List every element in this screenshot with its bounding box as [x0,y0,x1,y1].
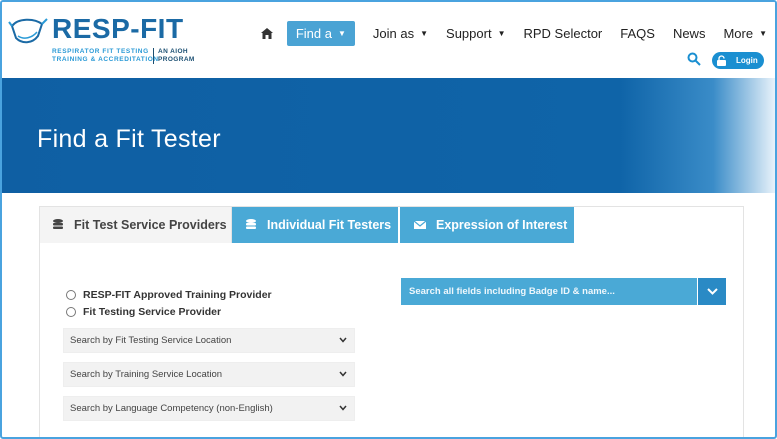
browser-frame: RESP-FIT RESPIRATOR FIT TESTING TRAINING… [0,0,777,439]
nav-item-label: News [672,25,706,41]
select-value: Search by Language Competency (non-Engli… [70,403,273,414]
radio-button[interactable] [66,307,76,317]
nav-item-label: Support [446,25,492,41]
nav-item-label: Find a [295,25,332,41]
search-placeholder: Search all fields including Badge ID & n… [409,286,615,297]
database-icon [53,219,63,229]
nav-item-rpd-selector[interactable]: RPD Selector [524,26,603,41]
radio-button[interactable] [66,290,76,300]
logo-program-line2: PROGRAM [158,56,195,63]
site-logo[interactable]: RESP-FIT RESPIRATOR FIT TESTING TRAINING… [8,12,198,68]
select-training-location[interactable]: Search by Training Service Location [63,362,355,387]
select-fit-testing-location[interactable]: Search by Fit Testing Service Location [63,328,355,353]
nav-item-news[interactable]: News [673,26,706,41]
caret-down-icon: ▼ [497,28,506,38]
nav-item-faqs[interactable]: FAQS [620,26,655,41]
tab-label: Fit Test Service Providers [74,218,227,232]
tab-expression-of-interest[interactable]: Expression of Interest [400,207,574,243]
main-nav: Find a ▼ Join as ▼ Support ▼ RPD Selecto… [260,20,767,46]
search-all-fields-input[interactable]: Search all fields including Badge ID & n… [401,278,697,305]
logo-subtitle-line2: TRAINING & ACCREDITATION [52,56,159,63]
nav-item-join-as[interactable]: Join as ▼ [373,26,428,41]
chevron-down-icon [706,288,718,295]
logo-subtitle-line1: RESPIRATOR FIT TESTING [52,48,149,55]
site-header: RESP-FIT RESPIRATOR FIT TESTING TRAINING… [2,2,775,78]
tab-fit-test-service-providers[interactable]: Fit Test Service Providers [40,207,232,243]
radio-approved-training-provider[interactable]: RESP-FIT Approved Training Provider [66,289,272,301]
select-value: Search by Fit Testing Service Location [70,335,232,346]
select-value: Search by Training Service Location [70,369,223,380]
caret-down-icon: ▼ [337,28,346,38]
caret-down-icon: ▼ [420,28,429,38]
nav-item-label: Join as [372,25,415,41]
nav-item-more[interactable]: More ▼ [723,26,767,41]
nav-item-label: More [723,25,754,41]
logo-subtitle: RESPIRATOR FIT TESTING TRAINING & ACCRED… [52,48,159,64]
search-dropdown-button[interactable] [698,278,726,305]
page-title: Find a Fit Tester [37,125,221,153]
tab-label: Individual Fit Testers [267,218,392,232]
search-icon[interactable] [687,52,701,66]
chevron-down-icon [339,337,347,343]
login-button[interactable]: Login [712,52,764,69]
respirator-logo-icon [8,18,48,44]
radio-label: Fit Testing Service Provider [83,306,222,318]
nav-item-label: RPD Selector [523,25,603,41]
tab-label: Expression of Interest [436,218,568,232]
caret-down-icon: ▼ [759,28,767,38]
nav-item-find-a[interactable]: Find a ▼ [286,20,355,46]
nav-item-support[interactable]: Support ▼ [446,26,505,41]
radio-fit-testing-service-provider[interactable]: Fit Testing Service Provider [66,306,221,318]
database-icon [246,219,256,229]
select-language-competency[interactable]: Search by Language Competency (non-Engli… [63,396,355,421]
page-banner: Find a Fit Tester [2,78,775,193]
logo-program: AN AIOH PROGRAM [153,48,195,64]
logo-program-line1: AN AIOH [158,48,189,55]
logo-title: RESP-FIT [52,13,184,44]
nav-item-label: FAQS [620,25,655,41]
chevron-down-icon [339,371,347,377]
lock-icon [717,55,726,66]
login-label: Login [736,56,758,65]
nav-home[interactable] [260,27,273,39]
tab-individual-fit-testers[interactable]: Individual Fit Testers [232,207,398,243]
home-icon [260,27,273,39]
chevron-down-icon [339,405,347,411]
radio-label: RESP-FIT Approved Training Provider [83,289,272,301]
envelope-icon [413,220,427,229]
